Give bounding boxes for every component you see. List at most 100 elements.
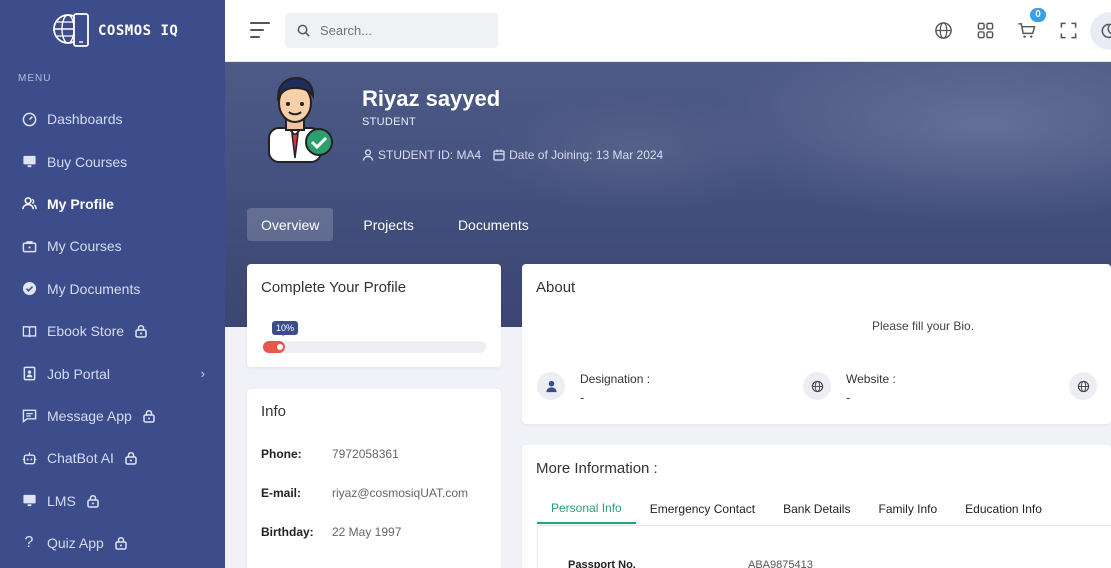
sidebar-item-buy-courses[interactable]: Buy Courses [0, 140, 225, 182]
fullscreen-icon[interactable] [1058, 20, 1078, 40]
briefcase-icon [21, 238, 37, 254]
user-icon [362, 149, 374, 161]
card-title: Info [261, 403, 287, 420]
info-row-email: E-mail: riyaz@cosmosiqUAT.com [261, 486, 468, 500]
designation-label: Designation : [580, 372, 651, 386]
profile-progress-bar [263, 341, 486, 353]
user-icon [21, 196, 37, 212]
cart-icon [1017, 22, 1036, 38]
globe-icon [1069, 372, 1097, 400]
info-card: Info Phone: 7972058361 E-mail: riyaz@cos… [247, 389, 501, 568]
tab-overview[interactable]: Overview [247, 208, 334, 241]
cart-button[interactable]: 0 [1016, 8, 1046, 40]
profile-role: STUDENT [362, 116, 417, 128]
sidebar-item-my-profile[interactable]: My Profile [0, 183, 225, 225]
lock-icon [142, 409, 156, 423]
passport-row: Passport No. ABA9875413 [568, 559, 813, 568]
more-info-tabs: Personal Info Emergency Contact Bank Det… [537, 494, 1056, 524]
joining-date: Date of Joining: 13 Mar 2024 [509, 148, 664, 162]
search-input[interactable] [320, 23, 480, 38]
lock-icon [124, 451, 138, 466]
more-info-card: More Information : Personal Info Emergen… [522, 445, 1111, 568]
sidebar-item-lms[interactable]: LMS [0, 480, 225, 522]
about-card: About Please fill your Bio. Designation … [522, 264, 1111, 424]
sidebar-item-label: Dashboards [47, 111, 123, 128]
job-icon [21, 366, 37, 382]
brand-name: COSMOS IQ [98, 23, 179, 39]
card-title: More Information : [536, 460, 658, 477]
sidebar-item-label: Message App [47, 407, 132, 424]
globe-icon [803, 372, 831, 400]
tab-bank-details[interactable]: Bank Details [769, 494, 864, 524]
passport-label: Passport No. [568, 559, 636, 568]
sidebar-nav: Dashboards Buy Courses My Profile My Cou… [0, 98, 225, 564]
info-value: 22 May 1997 [332, 525, 402, 539]
passport-value: ABA9875413 [748, 559, 813, 568]
info-key: Birthday: [261, 525, 314, 539]
website-value: - [846, 390, 851, 405]
info-key: E-mail: [261, 486, 302, 500]
tab-family-info[interactable]: Family Info [864, 494, 951, 524]
message-icon [21, 408, 37, 424]
card-title: About [536, 279, 576, 296]
info-value: 7972058361 [332, 447, 399, 461]
sidebar-item-label: LMS [47, 492, 76, 509]
info-row-phone: Phone: 7972058361 [261, 447, 399, 461]
sidebar-item-job-portal[interactable]: Job Portal › [0, 352, 225, 394]
tab-education-info[interactable]: Education Info [951, 494, 1056, 524]
sidebar-item-my-courses[interactable]: My Courses [0, 225, 225, 267]
tab-documents[interactable]: Documents [444, 208, 543, 241]
sidebar-item-label: Ebook Store [47, 323, 125, 340]
topbar: 0 [225, 0, 1111, 62]
tab-personal-info[interactable]: Personal Info [537, 494, 636, 524]
brand-logo[interactable]: COSMOS IQ [48, 8, 178, 54]
personal-info-panel: Passport No. ABA9875413 [537, 525, 1111, 568]
person-icon [537, 372, 565, 400]
menu-toggle-icon[interactable] [250, 22, 270, 40]
sidebar-item-quiz-app[interactable]: ? Quiz App [0, 522, 225, 564]
bio-text: Please fill your Bio. [872, 319, 975, 333]
sidebar-item-label: Buy Courses [47, 153, 128, 170]
extra-field [1069, 372, 1097, 400]
apps-grid-icon[interactable] [975, 20, 995, 40]
search-icon [297, 24, 310, 37]
moon-icon [1101, 23, 1111, 39]
book-icon [21, 323, 37, 339]
profile-name: Riyaz sayyed [362, 86, 501, 111]
sidebar-item-label: My Courses [47, 238, 122, 255]
card-title: Complete Your Profile [261, 279, 407, 296]
monitor-icon [21, 493, 37, 509]
website-field: Website : - [803, 372, 896, 405]
sidebar-item-my-documents[interactable]: My Documents [0, 268, 225, 310]
tab-emergency-contact[interactable]: Emergency Contact [636, 494, 769, 524]
sidebar-item-label: Job Portal [47, 365, 111, 382]
progress-fill [263, 341, 286, 353]
sidebar-item-chatbot-ai[interactable]: ChatBot AI [0, 437, 225, 479]
calendar-icon [493, 149, 505, 161]
info-row-birthday: Birthday: 22 May 1997 [261, 525, 401, 539]
cart-count-badge: 0 [1030, 8, 1046, 22]
progress-tooltip: 10% [272, 321, 299, 336]
profile-meta: STUDENT ID: MA4 Date of Joining: 13 Mar … [362, 148, 663, 162]
sidebar-item-dashboards[interactable]: Dashboards [0, 98, 225, 140]
question-icon: ? [24, 534, 34, 552]
sidebar-item-label: My Profile [47, 195, 114, 212]
info-value: riyaz@cosmosiqUAT.com [332, 486, 468, 500]
language-globe-icon[interactable] [933, 20, 953, 40]
tab-projects[interactable]: Projects [349, 208, 428, 241]
dashboard-icon [21, 111, 37, 127]
bot-icon [21, 450, 37, 466]
sidebar-item-message-app[interactable]: Message App [0, 395, 225, 437]
avatar [268, 76, 333, 163]
designation-field: Designation : - [537, 372, 650, 405]
sidebar: COSMOS IQ MENU Dashboards Buy Courses My… [0, 0, 225, 568]
complete-profile-card: Complete Your Profile 10% [247, 264, 501, 367]
sidebar-item-label: Quiz App [47, 535, 104, 552]
sidebar-item-ebook-store[interactable]: Ebook Store [0, 310, 225, 352]
sidebar-item-label: My Documents [47, 280, 141, 297]
lock-icon [114, 536, 128, 550]
search-box[interactable] [285, 13, 498, 48]
theme-toggle-button[interactable] [1090, 12, 1111, 50]
sidebar-item-label: ChatBot AI [47, 450, 114, 467]
lock-icon [86, 494, 100, 508]
